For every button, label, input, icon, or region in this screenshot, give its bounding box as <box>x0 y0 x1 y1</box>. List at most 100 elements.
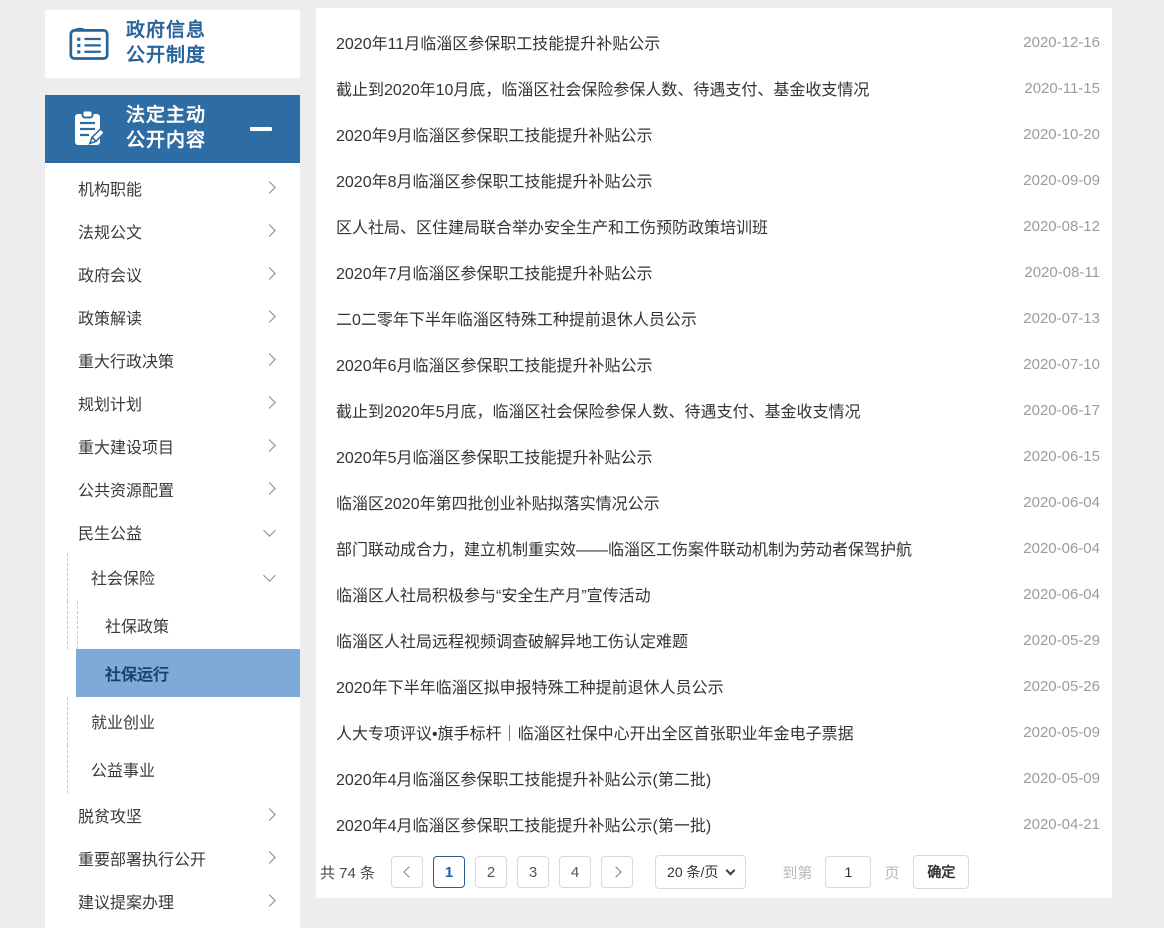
sidebar-menu-item[interactable]: 社会保险 <box>45 553 300 601</box>
next-page-button[interactable] <box>601 856 633 888</box>
chevron-icon <box>263 396 276 409</box>
news-row[interactable]: 二0二零年下半年临淄区特殊工种提前退休人员公示 2020-07-13 <box>336 295 1100 341</box>
news-date: 2020-10-20 <box>1000 126 1100 143</box>
sidebar-menu-item[interactable]: 脱贫攻坚 <box>45 793 300 836</box>
menu-item-label: 重大行政决策 <box>78 348 174 372</box>
news-row[interactable]: 2020年6月临淄区参保职工技能提升补贴公示 2020-07-10 <box>336 341 1100 387</box>
news-row[interactable]: 截止到2020年10月底，临淄区社会保险参保人数、待遇支付、基金收支情况 202… <box>336 65 1100 111</box>
news-title-link[interactable]: 二0二零年下半年临淄区特殊工种提前退休人员公示 <box>336 306 1000 330</box>
menu-item-label: 重大建设项目 <box>78 434 174 458</box>
news-row[interactable]: 临淄区2020年第四批创业补贴拟落实情况公示 2020-06-04 <box>336 479 1100 525</box>
chevron-icon <box>263 569 276 582</box>
news-title-link[interactable]: 部门联动成合力，建立机制重实效——临淄区工伤案件联动机制为劳动者保驾护航 <box>336 536 1000 560</box>
menu-item-label: 脱贫攻坚 <box>78 803 142 827</box>
news-row[interactable]: 2020年下半年临淄区拟申报特殊工种提前退休人员公示 2020-05-26 <box>336 663 1100 709</box>
news-title-link[interactable]: 2020年下半年临淄区拟申报特殊工种提前退休人员公示 <box>336 674 1000 698</box>
chevron-icon <box>263 482 276 495</box>
news-title-link[interactable]: 人大专项评议•旗手标杆｜临淄区社保中心开出全区首张职业年金电子票据 <box>336 720 1000 744</box>
menu-item-label: 法规公文 <box>78 219 142 243</box>
sidebar-menu-item[interactable]: 社保政策 <box>45 601 300 649</box>
news-row[interactable]: 2020年5月临淄区参保职工技能提升补贴公示 2020-06-15 <box>336 433 1100 479</box>
page-size-select[interactable]: 20 条/页 <box>655 855 746 889</box>
sidebar-menu-item[interactable]: 政府会议 <box>45 252 300 295</box>
sidebar-menu-item[interactable]: 政策解读 <box>45 295 300 338</box>
news-row[interactable]: 2020年9月临淄区参保职工技能提升补贴公示 2020-10-20 <box>336 111 1100 157</box>
news-title-link[interactable]: 2020年7月临淄区参保职工技能提升补贴公示 <box>336 260 1000 284</box>
sidebar-menu-item[interactable]: 建议提案办理 <box>45 879 300 922</box>
page-number-button[interactable]: 2 <box>475 856 507 888</box>
news-title-link[interactable]: 2020年4月临淄区参保职工技能提升补贴公示(第一批) <box>336 812 1000 836</box>
sidebar-menu-item[interactable]: 重大行政决策 <box>45 338 300 381</box>
news-row[interactable]: 2020年7月临淄区参保职工技能提升补贴公示 2020-08-11 <box>336 249 1100 295</box>
news-title-link[interactable]: 2020年5月临淄区参保职工技能提升补贴公示 <box>336 444 1000 468</box>
chevron-icon <box>263 439 276 452</box>
minus-collapse-icon[interactable] <box>250 127 272 131</box>
news-title-link[interactable]: 临淄区2020年第四批创业补贴拟落实情况公示 <box>336 490 1000 514</box>
sidebar-menu-item[interactable]: 规划计划 <box>45 381 300 424</box>
news-date: 2020-07-13 <box>1000 310 1100 327</box>
info-box-title-line1: 政府信息 <box>126 19 206 44</box>
news-row[interactable]: 截止到2020年5月底，临淄区社会保险参保人数、待遇支付、基金收支情况 2020… <box>336 387 1100 433</box>
page-number-button[interactable]: 4 <box>559 856 591 888</box>
news-row[interactable]: 2020年11月临淄区参保职工技能提升补贴公示 2020-12-16 <box>336 19 1100 65</box>
chevron-left-icon <box>403 866 414 877</box>
sidebar-section-active[interactable]: 法定主动 公开内容 <box>45 95 300 163</box>
news-title-link[interactable]: 区人社局、区住建局联合举办安全生产和工伤预防政策培训班 <box>336 214 1000 238</box>
news-row[interactable]: 临淄区人社局积极参与“安全生产月”宣传活动 2020-06-04 <box>336 571 1100 617</box>
pagination: 共 74 条 1234 20 条/页 到第 页 确定 <box>320 854 1100 890</box>
active-box-title-line2: 公开内容 <box>126 129 206 154</box>
news-row[interactable]: 2020年4月临淄区参保职工技能提升补贴公示(第二批) 2020-05-09 <box>336 755 1100 801</box>
goto-page-input[interactable] <box>825 856 871 888</box>
confirm-button[interactable]: 确定 <box>913 855 969 889</box>
news-title-link[interactable]: 2020年11月临淄区参保职工技能提升补贴公示 <box>336 30 1000 54</box>
news-date: 2020-06-04 <box>1000 540 1100 557</box>
menu-item-label: 重要部署执行公开 <box>78 846 206 870</box>
chevron-icon <box>263 224 276 237</box>
news-row[interactable]: 区人社局、区住建局联合举办安全生产和工伤预防政策培训班 2020-08-12 <box>336 203 1100 249</box>
news-title-link[interactable]: 2020年6月临淄区参保职工技能提升补贴公示 <box>336 352 1000 376</box>
news-date: 2020-12-16 <box>1000 34 1100 51</box>
chevron-icon <box>263 267 276 280</box>
sidebar-menu-item[interactable]: 社保运行 <box>76 649 300 697</box>
news-title-link[interactable]: 临淄区人社局积极参与“安全生产月”宣传活动 <box>336 582 1000 606</box>
news-date: 2020-04-21 <box>1000 816 1100 833</box>
chevron-icon <box>263 181 276 194</box>
chevron-icon <box>263 310 276 323</box>
page-size-label: 20 条/页 <box>667 862 718 882</box>
news-date: 2020-07-10 <box>1000 356 1100 373</box>
goto-page-group: 到第 页 确定 <box>782 855 969 889</box>
prev-page-button[interactable] <box>391 856 423 888</box>
news-date: 2020-11-15 <box>1000 80 1100 97</box>
menu-item-label: 公共资源配置 <box>78 477 174 501</box>
news-date: 2020-06-04 <box>1000 494 1100 511</box>
news-row[interactable]: 临淄区人社局远程视频调查破解异地工伤认定难题 2020-05-29 <box>336 617 1100 663</box>
news-title-link[interactable]: 截止到2020年5月底，临淄区社会保险参保人数、待遇支付、基金收支情况 <box>336 398 1000 422</box>
news-title-link[interactable]: 截止到2020年10月底，临淄区社会保险参保人数、待遇支付、基金收支情况 <box>336 76 1000 100</box>
news-row[interactable]: 2020年8月临淄区参保职工技能提升补贴公示 2020-09-09 <box>336 157 1100 203</box>
total-count-label: 共 74 条 <box>320 862 375 883</box>
sidebar-menu-item[interactable]: 重要部署执行公开 <box>45 836 300 879</box>
sidebar-menu-item[interactable]: 公共资源配置 <box>45 467 300 510</box>
news-row[interactable]: 人大专项评议•旗手标杆｜临淄区社保中心开出全区首张职业年金电子票据 2020-0… <box>336 709 1100 755</box>
sidebar-menu-item[interactable]: 民生公益 <box>45 510 300 553</box>
news-date: 2020-08-11 <box>1000 264 1100 281</box>
info-box-title: 政府信息 公开制度 <box>126 19 206 68</box>
news-row[interactable]: 部门联动成合力，建立机制重实效——临淄区工伤案件联动机制为劳动者保驾护航 202… <box>336 525 1100 571</box>
sidebar-menu-item[interactable]: 公益事业 <box>45 745 300 793</box>
news-title-link[interactable]: 临淄区人社局远程视频调查破解异地工伤认定难题 <box>336 628 1000 652</box>
news-title-link[interactable]: 2020年9月临淄区参保职工技能提升补贴公示 <box>336 122 1000 146</box>
page: 政府信息 公开制度 法定主动 公 <box>0 0 1164 928</box>
sidebar-menu-item[interactable]: 重大建设项目 <box>45 424 300 467</box>
menu-item-label: 政策解读 <box>78 305 142 329</box>
news-title-link[interactable]: 2020年4月临淄区参保职工技能提升补贴公示(第二批) <box>336 766 1000 790</box>
news-title-link[interactable]: 2020年8月临淄区参保职工技能提升补贴公示 <box>336 168 1000 192</box>
news-date: 2020-06-04 <box>1000 586 1100 603</box>
sidebar-menu-item[interactable]: 法规公文 <box>45 209 300 252</box>
menu-item-label: 社保政策 <box>105 613 169 637</box>
sidebar-section-info[interactable]: 政府信息 公开制度 <box>45 10 300 78</box>
news-row[interactable]: 2020年4月临淄区参保职工技能提升补贴公示(第一批) 2020-04-21 <box>336 801 1100 847</box>
page-number-button[interactable]: 1 <box>433 856 465 888</box>
page-number-button[interactable]: 3 <box>517 856 549 888</box>
sidebar-menu-item[interactable]: 机构职能 <box>45 166 300 209</box>
sidebar-menu-item[interactable]: 就业创业 <box>45 697 300 745</box>
